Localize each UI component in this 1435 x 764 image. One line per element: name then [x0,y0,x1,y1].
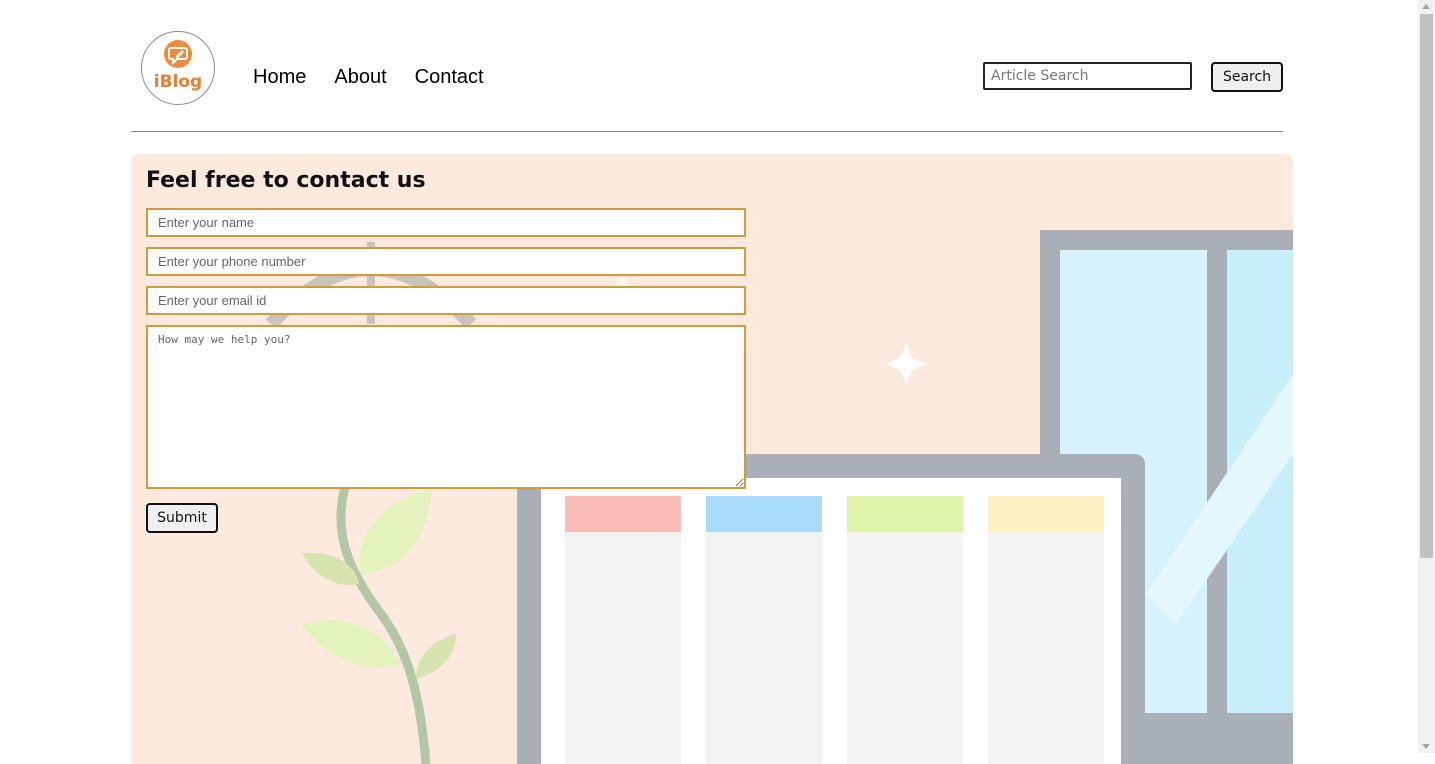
nav-contact[interactable]: Contact [415,66,484,89]
message-field[interactable] [146,325,746,489]
nav-home[interactable]: Home [253,66,306,89]
nav-about[interactable]: About [334,66,386,89]
site-logo[interactable]: iBlog [141,31,215,105]
header-divider [131,131,1283,132]
submit-button[interactable]: Submit [146,503,218,533]
logo-text: iBlog [153,72,203,92]
contact-panel: Feel free to contact us Submit [131,154,1293,764]
scroll-up-arrow-icon[interactable] [1422,4,1430,9]
contact-heading: Feel free to contact us [146,168,426,193]
search-button[interactable]: Search [1211,62,1283,92]
page-scrollbar[interactable] [1418,0,1435,753]
sparkle-icon [886,344,926,384]
main-nav: Home About Contact [253,66,484,89]
article-search-input[interactable] [983,62,1192,90]
scroll-down-arrow-icon[interactable] [1422,744,1430,749]
chat-edit-icon [164,40,192,68]
laptop-kanban-illustration [517,454,1145,764]
phone-field[interactable] [146,247,746,276]
email-field[interactable] [146,286,746,315]
scroll-thumb[interactable] [1420,14,1433,558]
name-field[interactable] [146,208,746,237]
plant-illustration [301,482,456,764]
